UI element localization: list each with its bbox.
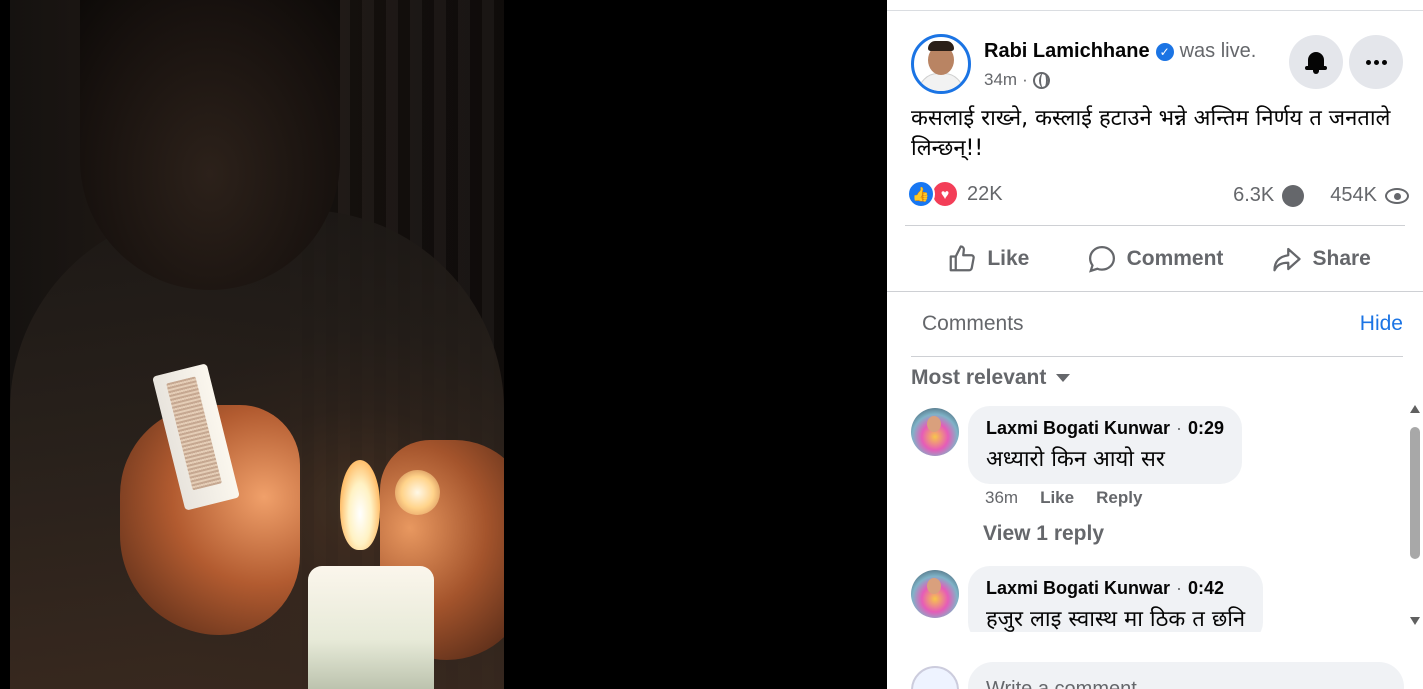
commenter-name[interactable]: Laxmi Bogati Kunwar [986,578,1170,599]
commenter-avatar[interactable] [911,570,959,618]
live-status: was live. [1179,40,1257,62]
love-reaction-icon: ♥ [931,180,959,208]
sort-comments-dropdown[interactable]: Most relevant [911,366,1071,390]
scroll-up-arrow-icon[interactable] [1410,405,1420,413]
comment-video-timestamp[interactable]: 0:42 [1188,578,1224,599]
author-name[interactable]: Rabi Lamichhane [984,40,1150,63]
reactions-summary[interactable]: 👍 ♥ 22K [907,180,1003,208]
scrollbar-thumb[interactable] [1410,427,1420,559]
comment-text: हजुर लाइ स्वास्थ मा ठिक त छनि [986,607,1246,632]
post-meta: 34m · [984,70,1050,90]
globe-icon [1032,71,1050,89]
person-head [80,0,340,290]
share-button[interactable]: Share [1238,232,1405,286]
engagement-stats: 6.3K 454K [1233,184,1409,207]
comment-reply-button[interactable]: Reply [1096,488,1142,508]
comments-tab[interactable]: Comments [922,312,1024,336]
share-arrow-icon [1273,247,1302,272]
comment-count-icon [1282,184,1305,207]
comment-age[interactable]: 36m [985,488,1018,508]
write-comment-input[interactable]: Write a comment... [968,662,1404,689]
comments-count[interactable]: 6.3K [1233,184,1274,207]
comments-divider [911,356,1403,357]
scroll-down-arrow-icon[interactable] [1410,617,1420,625]
chevron-down-icon [1056,374,1071,382]
comment-bubble: Laxmi Bogati Kunwar · 0:29 अध्यारो किन आ… [968,406,1243,484]
live-video-player[interactable] [0,0,887,689]
meta-separator: · [1022,70,1028,89]
view-replies-link[interactable]: View 1 reply [983,522,1104,546]
comment-text: अध्यारो किन आयो सर [986,447,1165,472]
comments-scrollbar[interactable] [1409,405,1421,630]
share-label: Share [1312,247,1371,270]
comment-button[interactable]: Comment [1072,232,1239,286]
comment-label: Comment [1126,247,1224,270]
thumbs-up-icon [949,245,976,272]
panel-top-divider [887,10,1423,11]
actions-divider-bottom [887,291,1423,292]
like-label: Like [987,247,1030,270]
author-row: Rabi Lamichhane ✓ was live. [984,40,1256,63]
like-button[interactable]: Like [905,232,1072,286]
app-root: Rabi Lamichhane ✓ was live. 34m · कसलाई … [0,0,1423,689]
like-reaction-icon: 👍 [907,180,935,208]
bell-icon [1305,51,1327,74]
candle-flame [340,460,380,550]
candle [308,566,434,689]
author-avatar[interactable] [911,34,971,94]
comment-like-button[interactable]: Like [1040,488,1074,508]
current-user-avatar [911,666,959,689]
reactions-count: 22K [967,182,1003,205]
sort-label: Most relevant [911,366,1047,389]
comment-meta: 36m Like Reply [985,488,1142,508]
more-options-button[interactable] [1349,35,1403,89]
commenter-avatar[interactable] [911,408,959,456]
post-side-panel: Rabi Lamichhane ✓ was live. 34m · कसलाई … [887,0,1423,689]
comment-video-timestamp[interactable]: 0:29 [1188,418,1224,439]
hide-comments-link[interactable]: Hide [1360,312,1403,336]
post-text: कसलाई राख्ने, कस्लाई हटाउने भन्ने अन्तिम… [911,106,1391,161]
match-flame [395,470,440,515]
eye-icon [1385,187,1409,204]
video-frame [10,0,504,689]
comment-bubble-icon [1088,245,1115,273]
views-count: 454K [1330,184,1377,206]
notify-button[interactable] [1289,35,1343,89]
scroll-clip-mask [887,632,1423,662]
more-icon [1365,59,1387,65]
commenter-name[interactable]: Laxmi Bogati Kunwar [986,418,1170,439]
actions-divider-top [905,225,1405,226]
post-actions-bar: Like Comment Share [905,232,1405,286]
post-time[interactable]: 34m [984,70,1017,90]
verified-badge-icon: ✓ [1155,42,1174,61]
